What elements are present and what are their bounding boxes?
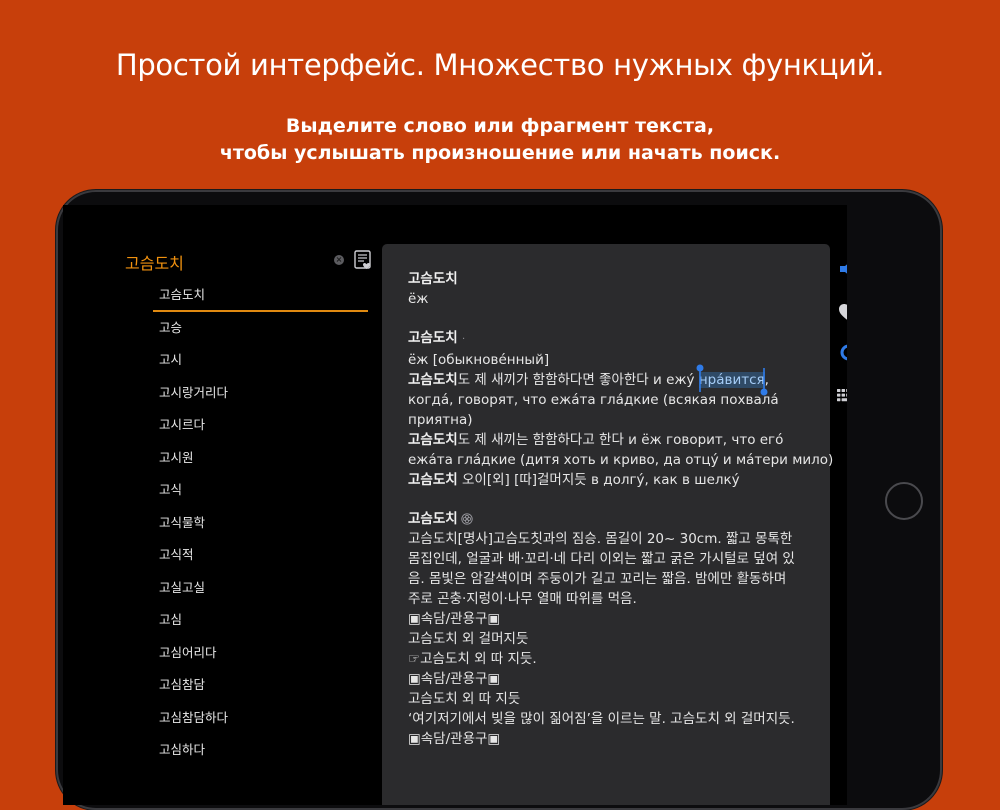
word-list-item[interactable]: 고시랑거리다 — [153, 377, 368, 410]
article-text[interactable]: 고슴도치 ёж 고슴도치 · ёж [обыкнове́нный] 고슴도치도 … — [408, 269, 834, 749]
home-button[interactable] — [885, 482, 923, 520]
example-line: 고슴도치도 제 새끼는 함함하다고 한다 и ёж говорит, что е… — [408, 432, 784, 448]
heart-icon[interactable] — [837, 302, 847, 324]
word-list-item[interactable]: 고심참담하다 — [153, 702, 368, 735]
definition-line: 고슴도치[명사]고슴도칫과의 짐승. 몸길이 20~ 30cm. 짧고 몽톡한 — [408, 531, 793, 547]
entry-headword: 고슴도치 — [408, 271, 458, 287]
app-screen: 고슴도치 × 고슴도치 고승 고시 고시랑거리다 고시르다 고시원 고식 고식물… — [63, 205, 847, 805]
idiom-label: ▣속담/관용구▣ — [408, 731, 501, 747]
ipad-frame: 고슴도치 × 고슴도치 고승 고시 고시랑거리다 고시르다 고시원 고식 고식물… — [56, 190, 942, 810]
promo-subtitle: Выделите слово или фрагмент текста, чтоб… — [0, 113, 1000, 167]
selection-handle-start[interactable] — [696, 364, 704, 394]
idiom-label: ▣속담/관용구▣ — [408, 671, 501, 687]
word-list-item[interactable]: 고식 — [153, 474, 368, 507]
word-list-item[interactable]: 고식물학 — [153, 507, 368, 540]
idiom-line: ☞고슴도치 외 따 지듯. — [408, 651, 537, 667]
example-line: 고슴도치 오이[외] [따]걸머지듯 в долгу́, как в шелку… — [408, 472, 740, 488]
word-list-item[interactable]: 고심어리다 — [153, 637, 368, 670]
definition-line: 주로 곤충·지렁이·나무 열매 따위를 먹음. — [408, 591, 637, 607]
entry-headword: 고슴도치 · — [408, 330, 466, 346]
word-list-item[interactable]: 고승 — [153, 312, 368, 345]
word-list-item[interactable]: 고심하다 — [153, 734, 368, 767]
promo-subtitle-line2: чтобы услышать произношение или начать п… — [219, 142, 781, 164]
keyboard-icon[interactable] — [836, 387, 847, 405]
promo-headline: Простой интерфейс. Множество нужных функ… — [115, 48, 885, 82]
idiom-label: ▣속담/관용구▣ — [408, 611, 501, 627]
dictionary-source-icon — [461, 513, 473, 525]
word-list-item[interactable]: 고슴도치 — [153, 279, 368, 312]
word-list-item[interactable]: 고시원 — [153, 442, 368, 475]
search-query[interactable]: 고슴도치 — [125, 250, 184, 274]
example-line: 고슴도치도 제 새끼가 함함하다면 좋아한다 и ежу́ нра́вится, — [408, 364, 823, 396]
search-icon[interactable] — [839, 343, 847, 367]
definition-line: 몸집인데, 얼굴과 배·꼬리·네 다리 이외는 짧고 굵은 가시털로 덮여 있 — [408, 551, 795, 567]
word-list-item[interactable]: 고실고실 — [153, 572, 368, 605]
word-list-item[interactable]: 고심참담 — [153, 669, 368, 702]
word-list-item[interactable]: 고식적 — [153, 539, 368, 572]
example-line: приятна) — [408, 412, 473, 428]
word-list: 고슴도치 고승 고시 고시랑거리다 고시르다 고시원 고식 고식물학 고식적 고… — [153, 279, 368, 767]
word-list-item[interactable]: 고시르다 — [153, 409, 368, 442]
entry-headword: 고슴도치 — [408, 509, 823, 529]
idiom-line: 고슴도치 외 걸머지듯 — [408, 631, 529, 647]
bookmarks-list-icon[interactable] — [353, 250, 373, 270]
dot-marker: · — [461, 334, 466, 345]
definition-line: 음. 몸빛은 암갈색이며 주둥이가 길고 꼬리는 짧음. 밤에만 활동하며 — [408, 571, 787, 587]
entry-translation: ёж — [408, 291, 429, 307]
text-selection[interactable]: нра́вится — [696, 364, 768, 396]
idiom-line: 고슴도치 외 따 지듯 — [408, 691, 521, 707]
idiom-line: ‘여기저기에서 빚을 많이 짊어짐’을 이르는 말. 고슴도치 외 걸머지듯. — [408, 711, 795, 727]
speaker-icon[interactable] — [837, 258, 847, 280]
clear-search-icon[interactable]: × — [334, 255, 344, 265]
example-line: ежа́та гла́дкие (дитя хоть и криво, да о… — [408, 452, 834, 468]
article-panel: 고슴도치 ёж 고슴도치 · ёж [обыкнове́нный] 고슴도치도 … — [382, 244, 834, 805]
word-list-item[interactable]: 고심 — [153, 604, 368, 637]
selection-handle-end[interactable] — [760, 366, 768, 396]
promo-subtitle-line1: Выделите слово или фрагмент текста, — [285, 115, 715, 137]
word-list-item[interactable]: 고시 — [153, 344, 368, 377]
